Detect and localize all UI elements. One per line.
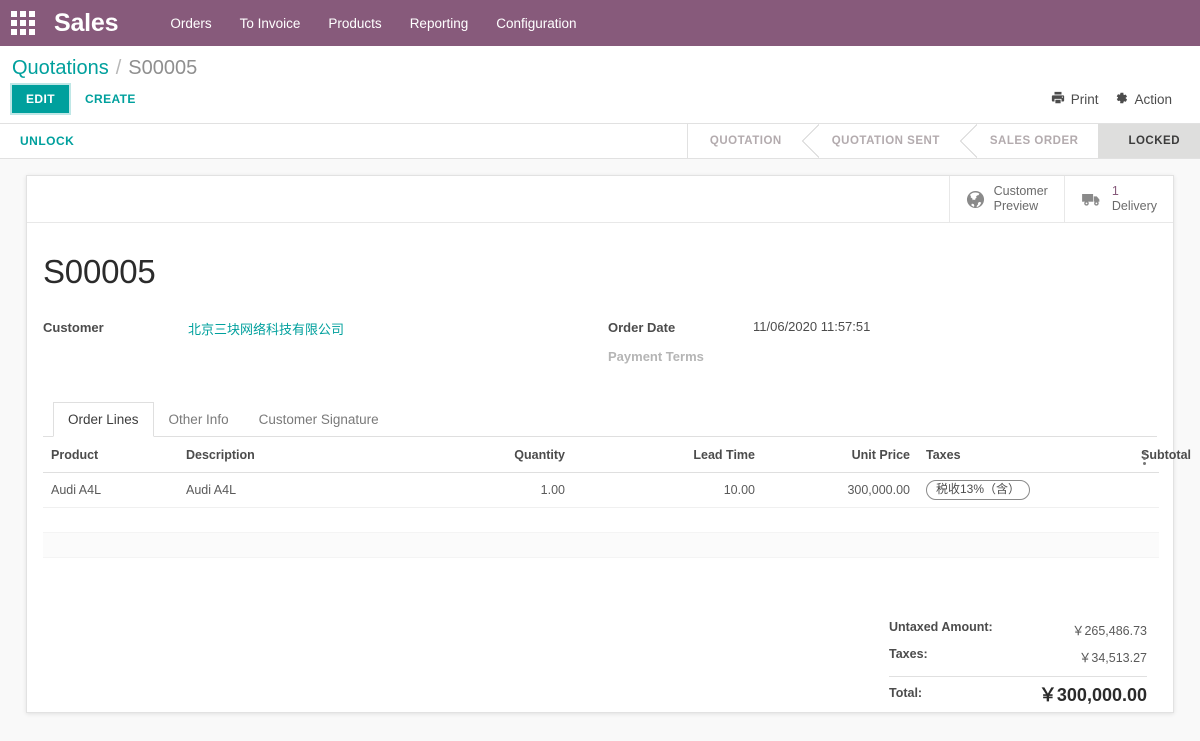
page-title: S00005: [43, 253, 156, 290]
cell-unit-price: 300,000.00: [763, 472, 918, 508]
field-payment-terms-label: Payment Terms: [608, 349, 704, 364]
taxes-label: Taxes:: [889, 647, 928, 661]
field-customer-value[interactable]: 北京三块网络科技有限公司: [188, 319, 344, 338]
table-row-empty: [43, 507, 1159, 533]
stage-sales-order[interactable]: SALES ORDER: [959, 124, 1099, 158]
table-row-empty: [43, 532, 1159, 558]
delivery-label: 1 Delivery: [1111, 184, 1157, 213]
tab-other-info[interactable]: Other Info: [154, 402, 244, 437]
taxes-value: ￥34,513.27: [1078, 651, 1147, 665]
sheet-container: Customer Preview 1 Delivery S00005 Custome…: [0, 159, 1200, 713]
vertical-dots-icon: [1142, 452, 1146, 465]
stage-quotation[interactable]: QUOTATION: [686, 124, 802, 158]
menu-item-configuration[interactable]: Configuration: [482, 10, 590, 37]
cell-product: Audi A4L: [43, 472, 178, 508]
print-button[interactable]: Print: [1051, 91, 1099, 108]
statusbar: UNLOCK QUOTATION QUOTATION SENT SALES OR…: [0, 124, 1200, 159]
stage-locked[interactable]: LOCKED: [1098, 124, 1200, 158]
control-panel: Quotations / S00005 EDIT CREATE Print Ac…: [0, 46, 1200, 124]
field-customer: Customer 北京三块网络科技有限公司: [43, 319, 600, 343]
col-lead-time[interactable]: Lead Time: [573, 437, 763, 473]
printer-icon: [1051, 91, 1065, 108]
unlock-button[interactable]: UNLOCK: [12, 129, 82, 153]
globe-icon: [966, 190, 985, 209]
smart-button-box: Customer Preview 1 Delivery: [27, 176, 1173, 223]
gear-icon: [1114, 91, 1128, 108]
create-button[interactable]: CREATE: [75, 86, 146, 112]
breadcrumb-separator: /: [115, 57, 122, 79]
customer-preview-label: Customer Preview: [993, 184, 1048, 213]
truck-icon: [1081, 190, 1103, 209]
cell-quantity: 1.00: [408, 472, 573, 508]
field-payment-terms: Payment Terms: [608, 348, 1157, 372]
menu-item-to-invoice[interactable]: To Invoice: [226, 10, 315, 37]
menu-item-orders[interactable]: Orders: [156, 10, 225, 37]
table-row[interactable]: Audi A4L Audi A4L 1.00 10.00 300,000.00 …: [43, 472, 1159, 508]
col-description[interactable]: Description: [178, 437, 408, 473]
form-sheet: Customer Preview 1 Delivery S00005 Custome…: [26, 175, 1191, 713]
form-column-left: Customer 北京三块网络科技有限公司: [43, 319, 600, 372]
statusbar-actions: UNLOCK: [0, 124, 82, 158]
action-label: Action: [1134, 91, 1172, 107]
breadcrumb: Quotations / S00005: [12, 46, 1188, 85]
total-value: ￥300,000.00: [1038, 685, 1147, 705]
total-label: Total:: [889, 686, 923, 700]
field-customer-label: Customer: [43, 320, 104, 335]
field-order-date: Order Date 11/06/2020 11:57:51: [608, 319, 1157, 343]
form-fields: Customer 北京三块网络科技有限公司 Order Date 11/06/2…: [43, 319, 1157, 372]
untaxed-amount-value: ￥265,486.73: [1071, 624, 1147, 638]
delivery-button[interactable]: 1 Delivery: [1063, 176, 1173, 222]
apps-grid-icon[interactable]: [10, 10, 36, 36]
col-product[interactable]: Product: [43, 437, 178, 473]
totals-section: Untaxed Amount: ￥265,486.73 Taxes: ￥34,5…: [43, 616, 1157, 708]
main-menu: Orders To Invoice Products Reporting Con…: [156, 10, 590, 37]
delivery-count: 1: [1111, 184, 1119, 198]
menu-item-reporting[interactable]: Reporting: [396, 10, 483, 37]
tab-order-lines[interactable]: Order Lines: [53, 402, 154, 437]
action-button[interactable]: Action: [1114, 91, 1172, 108]
notebook-tabs: Order Lines Other Info Customer Signatur…: [43, 402, 1157, 437]
cell-taxes: 税收13%（含）: [918, 472, 1133, 508]
cell-lead-time: 10.00: [573, 472, 763, 508]
top-navbar: Sales Orders To Invoice Products Reporti…: [0, 0, 1200, 46]
status-pipeline: QUOTATION QUOTATION SENT SALES ORDER LOC…: [686, 124, 1200, 158]
stage-quotation-sent[interactable]: QUOTATION SENT: [801, 124, 960, 158]
col-taxes[interactable]: Taxes: [918, 437, 1133, 473]
total-row: Total: ￥300,000.00: [889, 676, 1147, 708]
field-order-date-label: Order Date: [608, 320, 676, 335]
cell-options: [1133, 472, 1159, 508]
col-unit-price[interactable]: Unit Price: [763, 437, 918, 473]
table-header-row: Product Description Quantity Lead Time U…: [43, 437, 1191, 473]
untaxed-amount-label: Untaxed Amount:: [889, 620, 993, 634]
breadcrumb-current: S00005: [128, 57, 198, 79]
control-panel-buttons: EDIT CREATE Print Action: [10, 83, 1188, 123]
edit-button[interactable]: EDIT: [10, 83, 71, 115]
cell-description: Audi A4L: [178, 472, 408, 508]
customer-preview-button[interactable]: Customer Preview: [948, 176, 1064, 222]
app-brand-sales[interactable]: Sales: [54, 9, 119, 38]
tax-badge: 税收13%（含）: [926, 480, 1031, 500]
field-order-date-value: 11/06/2020 11:57:51: [753, 319, 871, 334]
taxes-row: Taxes: ￥34,513.27: [889, 643, 1147, 670]
print-label: Print: [1070, 91, 1099, 107]
breadcrumb-quotations[interactable]: Quotations: [12, 57, 109, 80]
notebook: Order Lines Other Info Customer Signatur…: [43, 402, 1191, 708]
menu-item-products[interactable]: Products: [314, 10, 395, 37]
order-lines-table: Product Description Quantity Lead Time U…: [43, 437, 1191, 558]
untaxed-amount-row: Untaxed Amount: ￥265,486.73: [889, 616, 1147, 643]
col-quantity[interactable]: Quantity: [408, 437, 573, 473]
form-column-right: Order Date 11/06/2020 11:57:51 Payment T…: [600, 319, 1157, 372]
tab-customer-signature[interactable]: Customer Signature: [244, 402, 394, 437]
